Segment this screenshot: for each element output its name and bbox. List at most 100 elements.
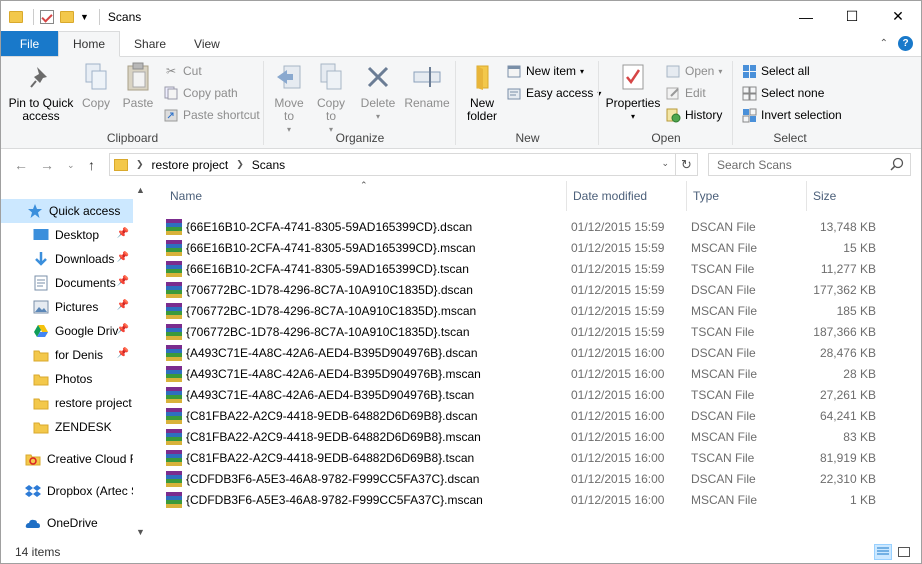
new-folder-icon[interactable] [60, 10, 74, 23]
nav-item-for-denis[interactable]: for Denis 📌 [1, 343, 133, 367]
table-row[interactable]: {C81FBA22-A2C9-4418-9EDB-64882D6D69B8}.t… [166, 447, 906, 468]
column-header-name[interactable]: Name [164, 181, 564, 211]
paste-shortcut-button[interactable]: Paste shortcut [163, 106, 260, 124]
pin-icon[interactable]: 📌 [117, 348, 129, 359]
table-row[interactable]: {C81FBA22-A2C9-4418-9EDB-64882D6D69B8}.m… [166, 426, 906, 447]
copy-path-button[interactable]: Copy path [163, 84, 238, 102]
minimize-icon[interactable]: — [783, 1, 829, 32]
table-row[interactable]: {C81FBA22-A2C9-4418-9EDB-64882D6D69B8}.d… [166, 405, 906, 426]
pin-icon[interactable]: 📌 [117, 252, 129, 263]
easy-access-button[interactable]: Easy access ▾ [506, 84, 601, 102]
collapse-ribbon-icon[interactable]: ⌃ [880, 38, 888, 49]
properties-button[interactable]: Properties ▾ [605, 61, 661, 123]
edit-button[interactable]: Edit [665, 84, 706, 102]
breadcrumb-restore-project[interactable]: restore project [152, 158, 229, 172]
tab-file[interactable]: File [1, 31, 58, 56]
nav-label: Photos [55, 372, 93, 386]
breadcrumb-separator-icon[interactable]: ❯ [136, 159, 144, 170]
properties-check-icon[interactable] [40, 9, 54, 24]
breadcrumb-scans[interactable]: Scans [252, 158, 285, 172]
tab-share[interactable]: Share [120, 31, 180, 56]
details-view-icon[interactable] [874, 544, 892, 560]
pin-to-quick-access-button[interactable]: Pin to Quick access [7, 61, 75, 123]
table-row[interactable]: {A493C71E-4A8C-42A6-AED4-B395D904976B}.d… [166, 342, 906, 363]
delete-x-icon [363, 61, 393, 93]
pin-icon[interactable]: 📌 [117, 300, 129, 311]
history-button[interactable]: History [665, 106, 722, 124]
nav-item-dropbox[interactable]: Dropbox (Artec S [1, 479, 133, 503]
new-folder-icon [467, 61, 497, 93]
open-icon [665, 63, 681, 79]
archive-file-icon [166, 365, 182, 382]
table-row[interactable]: {66E16B10-2CFA-4741-8305-59AD165399CD}.t… [166, 258, 906, 279]
rename-button[interactable]: Rename [404, 61, 450, 110]
file-type: DSCAN File [691, 219, 756, 234]
column-header-type[interactable]: Type [687, 181, 805, 211]
table-row[interactable]: {CDFDB3F6-A5E3-46A8-9782-F999CC5FA37C}.d… [166, 468, 906, 489]
table-row[interactable]: {706772BC-1D78-4296-8C7A-10A910C1835D}.m… [166, 300, 906, 321]
move-to-button[interactable]: Move to ▾ [272, 61, 306, 136]
address-bar[interactable]: ❯ restore project ❯ Scans ⌄ ↻ [109, 153, 698, 176]
nav-item-google-drive[interactable]: Google Driv 📌 [1, 319, 133, 343]
open-button[interactable]: Open ▾ [665, 62, 722, 80]
file-type: DSCAN File [691, 345, 756, 360]
table-row[interactable]: {A493C71E-4A8C-42A6-AED4-B395D904976B}.m… [166, 363, 906, 384]
back-arrow-icon[interactable]: ← [14, 157, 28, 173]
clipboard-group: Pin to Quick access Copy Paste ✂ Cut Cop… [1, 57, 264, 149]
copy-to-button[interactable]: Copy to ▾ [314, 61, 348, 136]
tab-view[interactable]: View [180, 31, 234, 56]
close-icon[interactable]: ✕ [875, 1, 921, 32]
scroll-down-icon[interactable]: ▼ [136, 527, 145, 537]
nav-item-creative-cloud[interactable]: Creative Cloud F [1, 447, 133, 471]
nav-item-pictures[interactable]: Pictures 📌 [1, 295, 133, 319]
table-row[interactable]: {706772BC-1D78-4296-8C7A-10A910C1835D}.d… [166, 279, 906, 300]
nav-item-restore-project[interactable]: restore project [1, 391, 133, 415]
new-item-button[interactable]: New item ▾ [506, 62, 584, 80]
paste-button[interactable]: Paste [119, 61, 157, 110]
nav-item-onedrive[interactable]: OneDrive [1, 511, 133, 535]
pin-icon[interactable]: 📌 [117, 228, 129, 239]
table-row[interactable]: {CDFDB3F6-A5E3-46A8-9782-F999CC5FA37C}.m… [166, 489, 906, 510]
forward-arrow-icon[interactable]: → [40, 157, 54, 173]
folder-icon[interactable] [9, 10, 23, 23]
copy-button[interactable]: Copy [79, 61, 113, 110]
window-title: Scans [107, 9, 142, 24]
tab-home[interactable]: Home [58, 31, 121, 57]
table-row[interactable]: {66E16B10-2CFA-4741-8305-59AD165399CD}.d… [166, 216, 906, 237]
nav-item-desktop[interactable]: Desktop 📌 [1, 223, 133, 247]
nav-scrollbar[interactable]: ▲ ▼ [133, 181, 148, 541]
pin-icon[interactable]: 📌 [117, 324, 129, 335]
large-icons-view-icon[interactable] [895, 544, 913, 560]
search-input[interactable]: Search Scans [708, 153, 911, 176]
file-name: {706772BC-1D78-4296-8C7A-10A910C1835D}.d… [186, 282, 473, 297]
pin-icon[interactable]: 📌 [117, 276, 129, 287]
nav-item-downloads[interactable]: Downloads 📌 [1, 247, 133, 271]
breadcrumb-separator-icon[interactable]: ❯ [236, 159, 244, 170]
file-name-cell: {706772BC-1D78-4296-8C7A-10A910C1835D}.d… [166, 281, 546, 298]
column-header-size[interactable]: Size [807, 181, 907, 211]
select-all-button[interactable]: Select all [741, 62, 810, 80]
help-icon[interactable]: ? [898, 36, 913, 51]
nav-item-documents[interactable]: Documents 📌 [1, 271, 133, 295]
address-history-dropdown-icon[interactable]: ⌄ [661, 158, 669, 169]
nav-item-zendesk[interactable]: ZENDESK [1, 415, 133, 439]
recent-locations-chevron-icon[interactable]: ⌄ [67, 160, 75, 171]
file-explorer-window: ▼ Scans — ☐ ✕ File Home Share View ⌃ ? P… [0, 0, 922, 564]
delete-button[interactable]: Delete ▾ [360, 61, 396, 123]
refresh-icon[interactable]: ↻ [675, 154, 697, 175]
nav-item-quick-access[interactable]: Quick access [1, 199, 133, 223]
archive-file-icon [166, 428, 182, 445]
scroll-up-icon[interactable]: ▲ [136, 185, 145, 195]
new-folder-button[interactable]: New folder [460, 61, 504, 123]
nav-item-photos[interactable]: Photos [1, 367, 133, 391]
maximize-icon[interactable]: ☐ [829, 1, 875, 32]
up-arrow-icon[interactable]: ↑ [88, 157, 95, 173]
column-header-date[interactable]: Date modified [567, 181, 685, 211]
select-none-button[interactable]: Select none [741, 84, 824, 102]
table-row[interactable]: {A493C71E-4A8C-42A6-AED4-B395D904976B}.t… [166, 384, 906, 405]
invert-selection-button[interactable]: Invert selection [741, 106, 842, 124]
customize-toolbar-dropdown-icon[interactable]: ▼ [80, 12, 89, 22]
table-row[interactable]: {706772BC-1D78-4296-8C7A-10A910C1835D}.t… [166, 321, 906, 342]
table-row[interactable]: {66E16B10-2CFA-4741-8305-59AD165399CD}.m… [166, 237, 906, 258]
cut-button[interactable]: ✂ Cut [163, 62, 202, 80]
